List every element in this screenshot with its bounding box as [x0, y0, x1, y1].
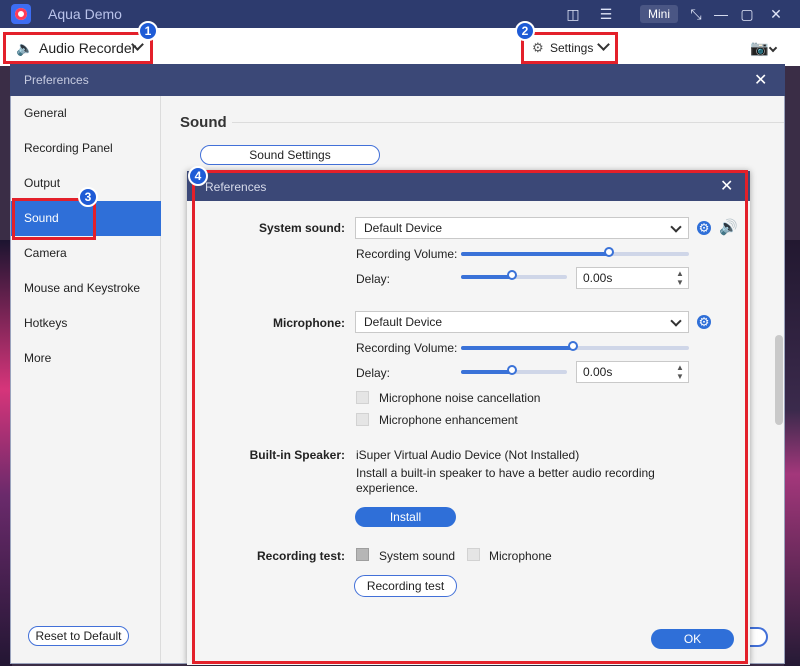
sound-settings-button[interactable]: Sound Settings [200, 145, 380, 165]
callout-box-1 [3, 32, 153, 64]
slider-knob[interactable] [568, 341, 578, 351]
sidebar-item-mouse-keystroke[interactable]: Mouse and Keystroke [11, 271, 161, 306]
chevron-down-icon[interactable]: ▼ [676, 279, 684, 287]
app-logo-icon [11, 4, 31, 24]
divider [232, 122, 784, 123]
microphone-volume-slider[interactable] [461, 341, 689, 351]
delay-value: 0.00s [583, 271, 613, 285]
install-button[interactable]: Install [355, 507, 456, 527]
section-title: Sound [180, 114, 227, 131]
selected-device: Default Device [364, 221, 443, 235]
minimize-icon[interactable]: — [711, 4, 731, 24]
callout-badge-4: 4 [188, 166, 208, 186]
chevron-up-icon[interactable]: ▲ [676, 270, 684, 278]
microphone-label: Microphone: [273, 316, 345, 330]
camera-icon[interactable]: 📷 [750, 39, 769, 57]
callout-box-2 [521, 32, 618, 64]
system-volume-label: Recording Volume: [356, 247, 458, 261]
microphone-volume-label: Recording Volume: [356, 341, 458, 355]
close-icon[interactable]: ✕ [754, 70, 767, 90]
sidebar-item-hotkeys[interactable]: Hotkeys [11, 306, 161, 341]
system-delay-stepper[interactable]: 0.00s ▲ ▼ [576, 267, 689, 289]
system-delay-label: Delay: [356, 272, 391, 286]
mic-enhancement-label: Microphone enhancement [379, 413, 518, 427]
pin-icon[interactable]: ⤡ [686, 4, 706, 24]
slider-knob[interactable] [507, 270, 517, 280]
sidebar-item-recording-panel[interactable]: Recording Panel [11, 131, 161, 166]
system-delay-slider[interactable] [461, 270, 567, 280]
slider-fill [461, 252, 612, 256]
callout-badge-3: 3 [78, 187, 98, 207]
preferences-title: Preferences [24, 73, 89, 87]
callout-badge-1: 1 [138, 21, 158, 41]
speaker-description: Install a built-in speaker to have a bet… [356, 466, 655, 495]
feedback-icon[interactable]: ◫ [563, 4, 583, 24]
system-volume-slider[interactable] [461, 247, 689, 257]
delay-value: 0.00s [583, 365, 613, 379]
system-sound-label: System sound: [258, 221, 345, 235]
microphone-device-select[interactable]: Default Device [355, 311, 689, 333]
scrollbar[interactable] [775, 335, 783, 425]
microphone-delay-slider[interactable] [461, 365, 567, 375]
noise-cancellation-checkbox[interactable] [356, 391, 369, 404]
mini-button[interactable]: Mini [640, 5, 678, 23]
callout-badge-2: 2 [515, 21, 535, 41]
chevron-down-icon[interactable]: ▼ [676, 373, 684, 381]
slider-knob[interactable] [604, 247, 615, 257]
menu-icon[interactable]: ☰ [596, 4, 616, 24]
speaker-label: Built-in Speaker: [249, 448, 345, 462]
preferences-titlebar [10, 64, 785, 96]
speaker-icon[interactable]: 🔊 [719, 218, 738, 236]
sidebar-item-camera[interactable]: Camera [11, 236, 161, 271]
chevron-down-icon [670, 221, 682, 233]
gear-icon[interactable]: ⚙ [697, 221, 711, 235]
system-sound-device-select[interactable]: Default Device [355, 217, 689, 239]
microphone-delay-stepper[interactable]: 0.00s ▲ ▼ [576, 361, 689, 383]
selected-device: Default Device [364, 315, 443, 329]
chevron-up-icon[interactable]: ▲ [676, 364, 684, 372]
test-system-sound-checkbox[interactable] [356, 548, 369, 561]
maximize-icon[interactable]: ▢ [737, 4, 757, 24]
ok-button[interactable]: OK [651, 629, 734, 649]
chevron-down-icon [670, 315, 682, 327]
app-title: Aqua Demo [48, 6, 122, 22]
sidebar-item-more[interactable]: More [11, 341, 161, 376]
sidebar-item-general[interactable]: General [11, 96, 161, 131]
close-icon[interactable]: ✕ [766, 4, 786, 24]
noise-cancellation-label: Microphone noise cancellation [379, 391, 541, 405]
recording-test-label: Recording test: [256, 549, 345, 563]
test-microphone-checkbox[interactable] [467, 548, 480, 561]
mic-enhancement-checkbox[interactable] [356, 413, 369, 426]
recording-test-button[interactable]: Recording test [354, 575, 457, 597]
reset-to-default-button[interactable]: Reset to Default [28, 626, 129, 646]
slider-fill [461, 346, 575, 350]
microphone-delay-label: Delay: [356, 366, 391, 380]
desktop-background [784, 240, 800, 666]
test-microphone-label: Microphone [489, 549, 552, 563]
gear-icon[interactable]: ⚙ [697, 315, 711, 329]
slider-knob[interactable] [507, 365, 517, 375]
speaker-device: iSuper Virtual Audio Device (Not Install… [356, 448, 580, 462]
test-system-sound-label: System sound [379, 549, 456, 563]
